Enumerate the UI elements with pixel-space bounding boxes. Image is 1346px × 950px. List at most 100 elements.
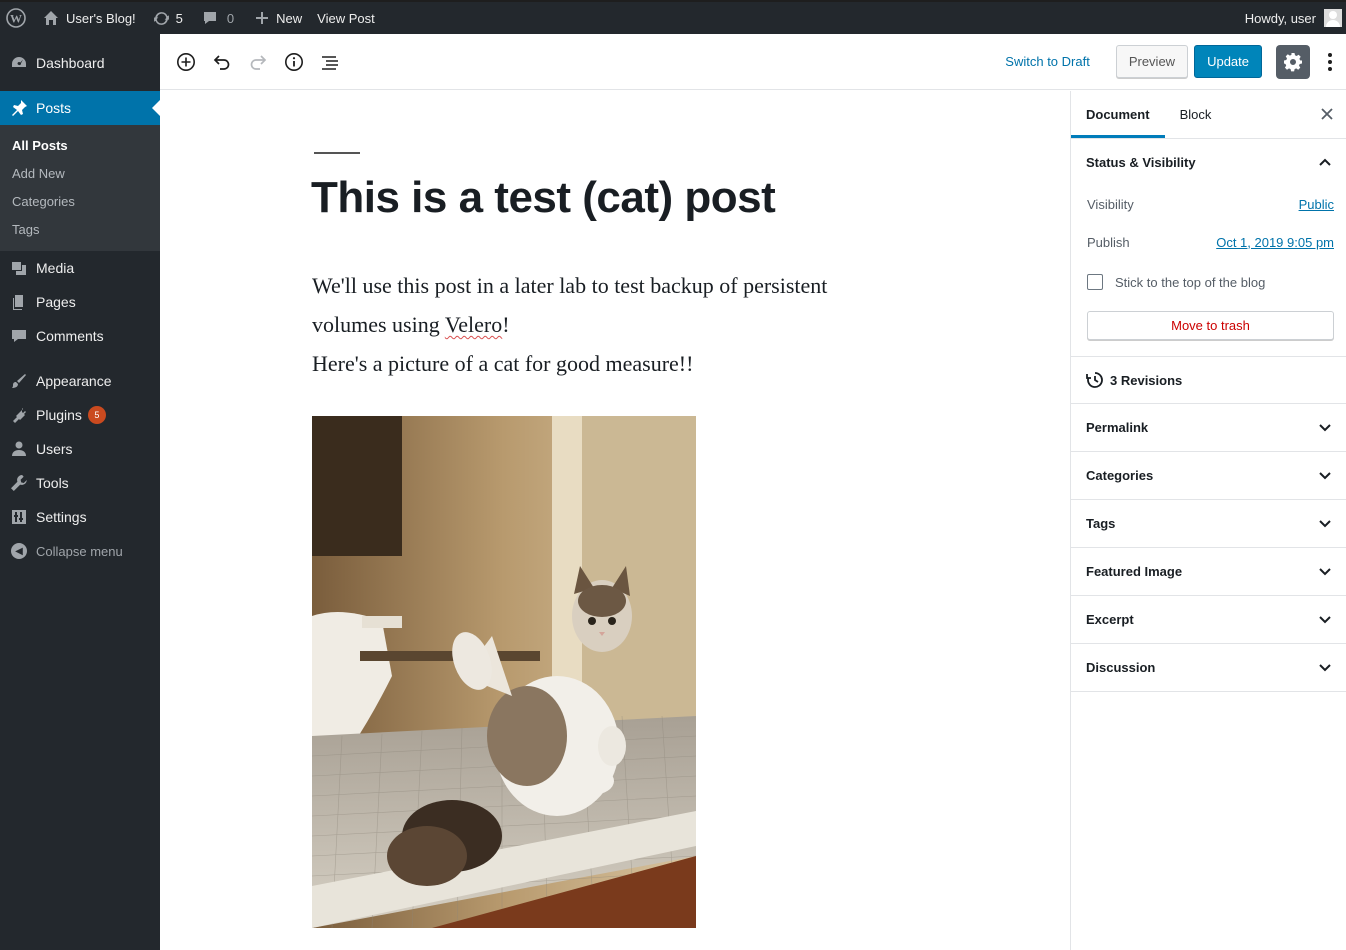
sidebar-item-tools[interactable]: Tools [0,466,160,500]
sidebar-item-media[interactable]: Media [0,251,160,285]
visibility-toggle-link[interactable]: Public [1299,197,1334,212]
chevron-down-icon [1319,663,1331,671]
permalink-toggle[interactable]: Permalink [1071,404,1346,451]
block-navigation-button[interactable] [312,44,348,80]
info-icon [285,52,303,71]
publish-label: Publish [1087,234,1130,250]
revisions-link[interactable]: 3 Revisions [1071,357,1346,404]
my-account-menu[interactable]: Howdy, user [1238,2,1346,34]
editor-header-toolbar: Switch to Draft Preview Update [160,34,1346,90]
featured-image-toggle[interactable]: Featured Image [1071,548,1346,595]
sidebar-item-label: Dashboard [36,55,105,71]
visibility-row: Visibility Public [1071,185,1346,223]
visibility-label: Visibility [1087,196,1134,212]
history-icon [1086,372,1103,388]
posts-submenu: All Posts Add New Categories Tags [0,125,160,251]
tab-block[interactable]: Block [1165,91,1227,138]
title-separator [314,152,360,154]
categories-panel: Categories [1071,452,1346,500]
sidebar-item-settings[interactable]: Settings [0,500,160,534]
sidebar-item-users[interactable]: Users [0,432,160,466]
wordpress-logo-icon[interactable]: W [0,2,33,34]
updates-link[interactable]: 5 [143,2,190,34]
content-info-button[interactable] [276,44,312,80]
collapse-arrow-icon: ◀ [10,542,28,560]
chevron-down-icon [1319,615,1331,623]
sticky-checkbox[interactable] [1087,274,1103,290]
preview-button[interactable]: Preview [1115,45,1189,78]
redo-button[interactable] [240,44,276,80]
categories-toggle[interactable]: Categories [1071,452,1346,499]
sidebar-item-posts[interactable]: Posts [0,91,160,125]
submenu-all-posts[interactable]: All Posts [0,131,160,159]
new-label: New [276,10,303,26]
sidebar-item-comments[interactable]: Comments [0,319,160,353]
submenu-add-new[interactable]: Add New [0,159,160,187]
sidebar-item-pages[interactable]: Pages [0,285,160,319]
permalink-panel: Permalink [1071,404,1346,452]
featured-image-panel: Featured Image [1071,548,1346,596]
tab-document[interactable]: Document [1071,91,1165,138]
home-icon [44,11,58,25]
sidebar-item-appearance[interactable]: Appearance [0,364,160,398]
sidebar-item-label: Settings [36,509,87,525]
section-title: Discussion [1086,660,1156,675]
publish-date-link[interactable]: Oct 1, 2019 9:05 pm [1216,235,1334,250]
misspelled-word: Velero [444,312,503,337]
sidebar-item-label: Posts [36,100,72,116]
post-title[interactable]: This is a test (cat) post [311,173,776,223]
collapse-menu-button[interactable]: ◀ Collapse menu [0,534,160,568]
site-name-link[interactable]: User's Blog! [33,2,143,34]
status-visibility-toggle[interactable]: Status & Visibility [1071,139,1346,185]
site-name: User's Blog! [66,10,136,26]
add-block-button[interactable] [168,44,204,80]
submenu-categories[interactable]: Categories [0,187,160,215]
update-button[interactable]: Update [1194,45,1262,78]
move-to-trash-button[interactable]: Move to trash [1087,311,1334,340]
close-icon[interactable] [1318,105,1336,123]
section-title: Status & Visibility [1086,154,1196,170]
plugins-update-badge: 5 [87,406,106,424]
howdy-greeting: Howdy, user [1244,10,1316,26]
discussion-toggle[interactable]: Discussion [1071,644,1346,691]
sidebar-item-label: Comments [36,328,104,344]
tags-panel: Tags [1071,500,1346,548]
collapse-menu-label: Collapse menu [36,543,123,559]
comments-link[interactable]: 0 [190,2,241,34]
chevron-down-icon [1319,519,1331,527]
admin-sidebar: Dashboard Posts All Posts Add New Catego… [0,34,160,950]
paragraph-text-2: Here's a picture of a cat for good measu… [312,351,694,376]
pushpin-icon [10,99,28,117]
undo-icon [213,54,230,70]
excerpt-toggle[interactable]: Excerpt [1071,596,1346,643]
switch-to-draft-button[interactable]: Switch to Draft [1005,54,1090,69]
sidebar-item-label: Plugins [36,407,82,423]
sidebar-item-label: Users [36,441,73,457]
paragraph-block[interactable]: We'll use this post in a later lab to te… [312,266,872,383]
submenu-tags[interactable]: Tags [0,215,160,243]
view-post-link[interactable]: View Post [309,2,382,34]
paintbrush-icon [10,372,28,390]
gear-icon [1284,52,1302,71]
sidebar-item-label: Tools [36,475,69,491]
chevron-down-icon [1319,471,1331,479]
pages-icon [10,293,28,311]
more-menu-button[interactable] [1320,45,1340,79]
sidebar-item-plugins[interactable]: Plugins 5 [0,398,160,432]
sidebar-item-dashboard[interactable]: Dashboard [0,46,160,80]
refresh-icon [153,11,169,25]
paragraph-text: We'll use this post in a later lab to te… [312,273,828,337]
new-content-link[interactable]: New [241,2,309,34]
discussion-panel: Discussion [1071,644,1346,692]
chevron-up-icon [1319,158,1331,166]
cat-photo [312,416,696,928]
tags-toggle[interactable]: Tags [1071,500,1346,547]
comments-count: 0 [226,10,235,26]
settings-sidebar: Document Block Status & Visibility Visib… [1070,91,1346,950]
cat-image-block[interactable] [312,416,696,928]
section-title: Excerpt [1086,612,1134,627]
user-icon [10,440,28,458]
undo-button[interactable] [204,44,240,80]
settings-toggle-button[interactable] [1276,44,1310,79]
chevron-down-icon [1319,423,1331,431]
